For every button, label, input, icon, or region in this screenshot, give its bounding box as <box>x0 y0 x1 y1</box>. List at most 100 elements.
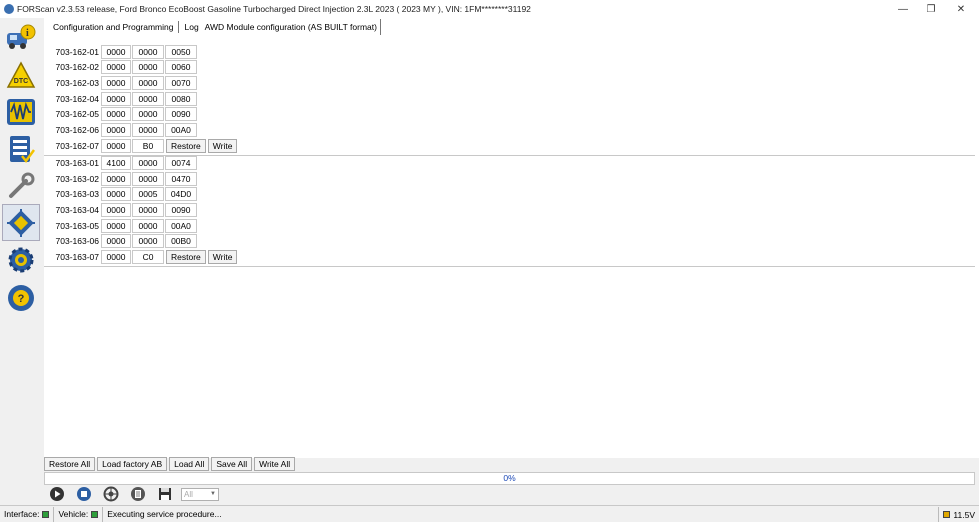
value-field[interactable]: 0000 <box>101 60 131 75</box>
chevron-down-icon: ▼ <box>210 490 216 497</box>
tab-log[interactable]: Log <box>181 19 201 35</box>
chip-icon <box>7 208 35 237</box>
value-field[interactable]: 0080 <box>165 91 197 106</box>
table-row: 703-162-05 0000 0000 0090 <box>44 107 197 122</box>
help-icon: ? <box>8 284 34 311</box>
tab-awd-module-configuration[interactable]: AWD Module configuration (AS BUILT forma… <box>202 19 381 35</box>
restore-button[interactable]: Restore <box>166 138 206 153</box>
value-field[interactable]: 0060 <box>165 60 197 75</box>
stop-icon[interactable] <box>73 486 95 502</box>
tab-bar: Configuration and Programming Log AWD Mo… <box>44 18 381 36</box>
value-field[interactable]: 0090 <box>165 203 197 217</box>
value-field[interactable]: 0000 <box>132 203 164 217</box>
vehicle-status: Vehicle: <box>54 506 104 522</box>
value-field[interactable]: 0000 <box>101 138 131 153</box>
value-field[interactable]: 4100 <box>101 155 131 170</box>
value-field[interactable]: 0000 <box>132 75 164 90</box>
value-field[interactable]: 0000 <box>132 234 164 249</box>
value-field[interactable]: 0000 <box>101 203 131 217</box>
sidebar-item-help[interactable]: ? <box>2 279 40 316</box>
value-field[interactable]: 0000 <box>132 107 164 122</box>
interface-label: Interface: <box>4 509 40 519</box>
checklist-icon <box>10 135 36 163</box>
sidebar-item-dtc[interactable]: DTC <box>2 56 40 93</box>
value-field[interactable]: 0470 <box>165 171 197 186</box>
maximize-button[interactable]: ❐ <box>916 0 946 18</box>
play-icon[interactable] <box>46 486 68 502</box>
value-field[interactable]: 0000 <box>132 60 164 75</box>
value-field[interactable]: 0000 <box>101 44 131 59</box>
close-button[interactable]: ✕ <box>946 0 976 18</box>
value-field[interactable]: 0000 <box>101 123 131 137</box>
value-field[interactable]: 0000 <box>101 91 131 106</box>
value-field[interactable]: 0000 <box>132 218 164 233</box>
value-field[interactable]: 00B0 <box>165 234 197 249</box>
sidebar-item-vehicle-info[interactable]: i <box>2 19 40 56</box>
value-field[interactable]: 00A0 <box>165 123 197 137</box>
interface-status: Interface: <box>0 506 55 522</box>
save-all-button[interactable]: Save All <box>211 457 253 471</box>
value-field[interactable]: 0000 <box>101 171 131 186</box>
table-row: 703-163-05 0000 0000 00A0 <box>44 218 197 233</box>
sidebar-item-oscilloscope[interactable] <box>2 93 40 130</box>
row-address: 703-162-02 <box>55 62 99 73</box>
filter-select[interactable]: All ▼ <box>181 487 219 501</box>
value-field[interactable]: 0000 <box>132 171 164 186</box>
write-button[interactable]: Write <box>207 138 238 153</box>
sidebar-item-service[interactable] <box>2 130 40 167</box>
status-message: Executing service procedure... <box>107 509 222 519</box>
row-address: 703-163-04 <box>55 205 99 215</box>
restore-button[interactable]: Restore <box>166 250 206 265</box>
value-field[interactable]: 0005 <box>132 187 164 202</box>
value-field[interactable]: 0070 <box>165 75 197 90</box>
window-title: FORScan v2.3.53 release, Ford Bronco Eco… <box>17 4 531 14</box>
value-field[interactable]: 0000 <box>101 234 131 249</box>
row-address: 703-162-05 <box>55 109 99 120</box>
row-address: 703-163-06 <box>55 236 99 247</box>
value-field[interactable]: 0074 <box>165 155 197 170</box>
reset-icon[interactable] <box>100 486 122 502</box>
table-row: 703-163-07 0000 C0 Restore Write <box>44 250 238 265</box>
value-field[interactable]: C0 <box>132 250 164 265</box>
value-field[interactable]: 0000 <box>132 123 164 137</box>
restore-all-button[interactable]: Restore All <box>44 457 96 471</box>
value-field[interactable]: 0000 <box>101 218 131 233</box>
filter-select-value: All <box>184 489 193 499</box>
group-divider <box>44 266 975 268</box>
save-icon[interactable] <box>154 486 176 502</box>
value-field[interactable]: B0 <box>132 138 164 153</box>
title-bar: FORScan v2.3.53 release, Ford Bronco Eco… <box>0 0 979 18</box>
value-field[interactable]: 0000 <box>101 75 131 90</box>
value-field[interactable]: 0000 <box>101 250 131 265</box>
load-factory-ab-button[interactable]: Load factory AB <box>97 457 168 471</box>
value-field[interactable]: 0000 <box>132 44 164 59</box>
minimize-button[interactable]: — <box>888 0 918 18</box>
oscilloscope-icon <box>7 98 35 125</box>
write-all-button[interactable]: Write All <box>254 457 296 471</box>
clear-icon[interactable] <box>127 486 149 502</box>
table-row: 703-162-07 0000 B0 Restore Write <box>44 138 238 153</box>
value-field[interactable]: 0090 <box>165 107 197 122</box>
row-address: 703-163-07 <box>55 252 99 263</box>
svg-text:i: i <box>26 28 29 39</box>
table-row: 703-162-03 0000 0000 0070 <box>44 75 197 90</box>
value-field[interactable]: 0000 <box>132 91 164 106</box>
load-all-button[interactable]: Load All <box>169 457 210 471</box>
table-row: 703-162-06 0000 0000 00A0 <box>44 123 197 138</box>
table-row: 703-162-01 0000 0000 0050 <box>44 44 197 59</box>
write-button[interactable]: Write <box>207 250 238 265</box>
value-field[interactable]: 00A0 <box>165 218 197 233</box>
voltage-indicator <box>943 511 951 518</box>
tab-configuration-programming[interactable]: Configuration and Programming <box>50 19 176 35</box>
value-field[interactable]: 0000 <box>132 155 164 170</box>
value-field[interactable]: 0050 <box>165 44 197 59</box>
row-address: 703-163-03 <box>55 189 99 200</box>
sidebar-item-settings[interactable] <box>2 241 40 278</box>
row-address: 703-162-07 <box>55 140 99 151</box>
sidebar-item-tools[interactable] <box>2 167 40 204</box>
value-field[interactable]: 0000 <box>101 107 131 122</box>
toolbar: All ▼ <box>46 486 219 502</box>
value-field[interactable]: 0000 <box>101 187 131 202</box>
sidebar-item-configuration[interactable] <box>2 204 40 241</box>
value-field[interactable]: 04D0 <box>165 187 197 202</box>
